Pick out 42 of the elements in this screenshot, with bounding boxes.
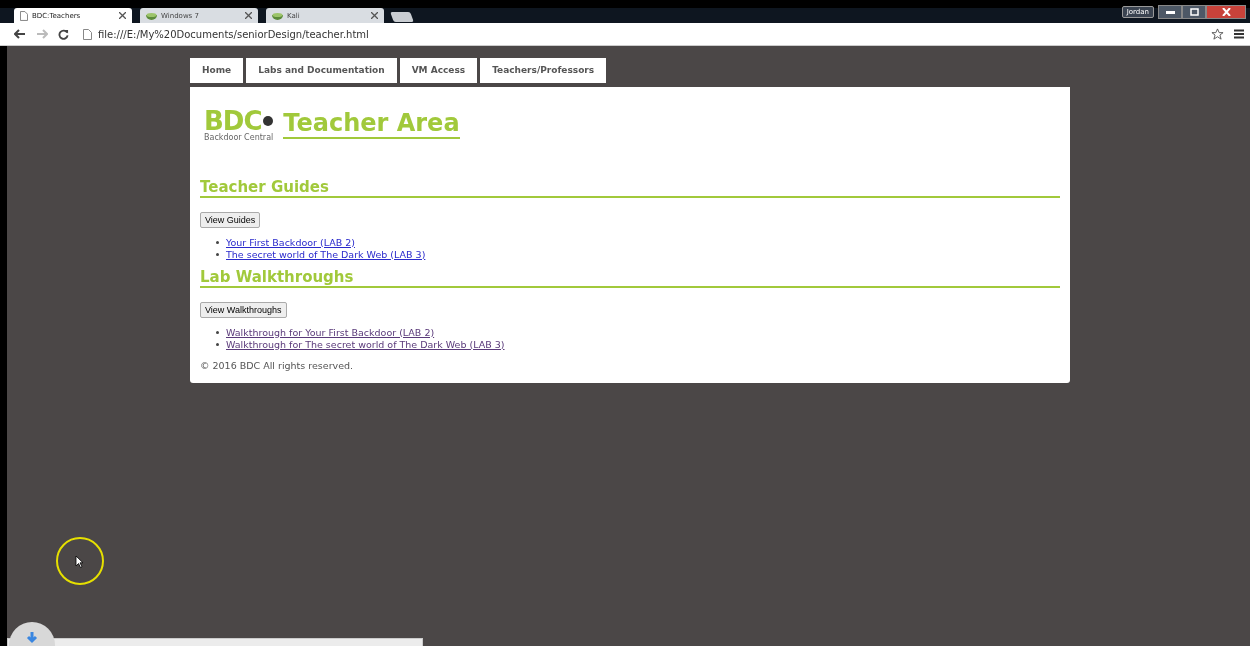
close-icon[interactable] [245,12,252,19]
bullet-icon [216,240,219,244]
address-bar[interactable]: file:///E:/My%20Documents/seniorDesign/teacher.html [79,25,1201,43]
maximize-button[interactable] [1182,5,1206,19]
reload-icon[interactable] [58,28,69,40]
star-icon[interactable] [1211,27,1224,41]
page-icon [83,28,92,40]
back-icon[interactable] [14,29,26,39]
nav-tab[interactable]: Teachers/Professors [480,58,607,83]
link[interactable]: Walkthrough for The secret world of The Dark Web (LAB 3) [226,338,505,350]
link[interactable]: The secret world of The Dark Web (LAB 3) [226,248,426,260]
view-button[interactable]: View Walkthroughs [200,302,287,318]
view-button[interactable]: View Guides [200,212,261,228]
nav-tab[interactable]: Home [190,58,244,83]
section-heading: Teacher Guides [200,178,1060,198]
nav-tab[interactable]: VM Access [399,58,478,83]
bowl-icon [146,11,157,20]
address-text: file:///E:/My%20Documents/seniorDesign/teacher.html [98,28,369,40]
cursor-highlight-icon [56,537,104,585]
logo: BDC Backdoor Central [204,109,274,142]
bullet-icon [216,342,219,346]
link[interactable]: Walkthrough for Your First Backdoor (LAB 2) [226,326,435,338]
section-heading: Lab Walkthroughs [200,268,1060,288]
minimize-button[interactable] [1158,5,1182,19]
bowl-icon [272,11,283,20]
close-icon[interactable] [371,12,378,19]
link[interactable]: Your First Backdoor (LAB 2) [226,236,355,248]
close-button[interactable] [1206,5,1246,19]
maximize-icon [1189,8,1199,16]
close-icon[interactable] [119,12,126,19]
page-icon [20,10,28,21]
minimize-icon [1165,10,1175,14]
bullet-icon [216,330,219,334]
footer-text: © 2016 BDC All rights reserved. [200,360,355,371]
page-title: Teacher Area [283,109,460,139]
new-tab-button[interactable] [390,12,414,22]
dot-icon [262,116,273,126]
menu-icon[interactable] [1234,29,1244,39]
close-icon [1221,8,1231,16]
nav-tab[interactable]: Labs and Documentation [246,58,397,83]
download-icon[interactable] [9,622,55,646]
bullet-icon [216,252,219,256]
